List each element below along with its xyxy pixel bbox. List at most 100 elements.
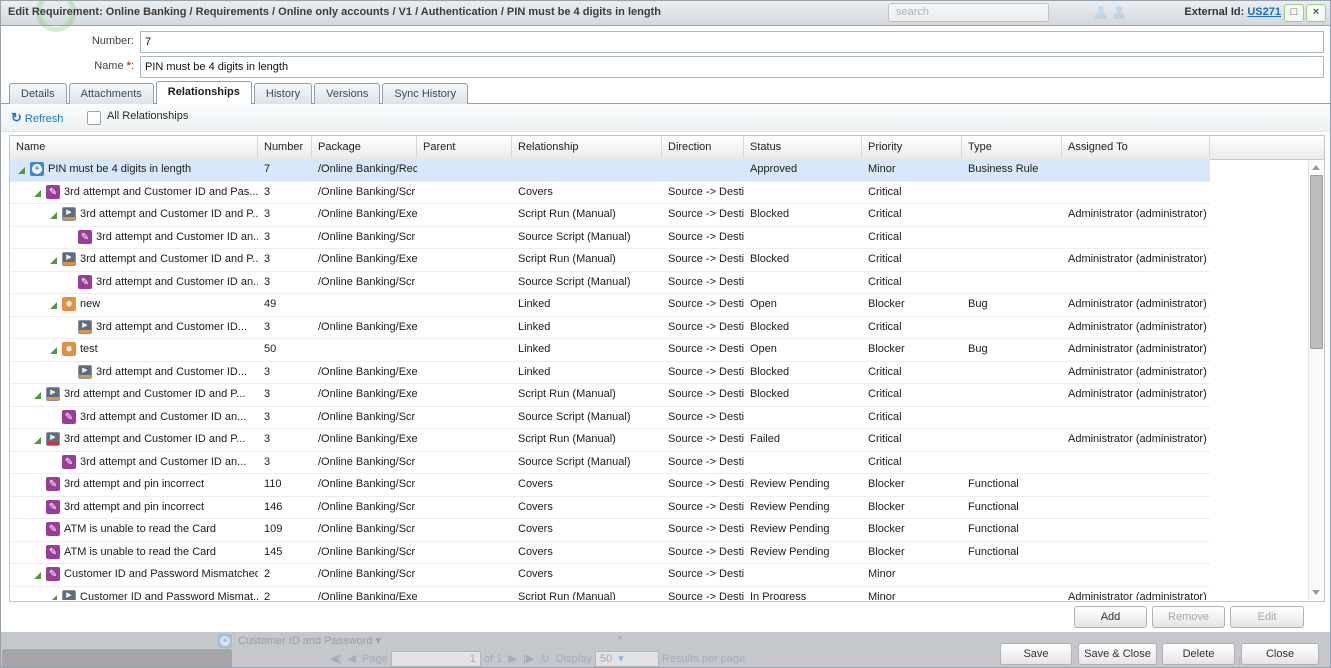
row-name-text: ATM is unable to read the Card <box>10 523 216 535</box>
scroll-up-arrow[interactable] <box>1312 165 1320 170</box>
table-row[interactable]: ▶3rd attempt and Customer ID...3/Online … <box>10 317 1210 340</box>
table-row[interactable]: ▶3rd attempt and Customer ID and P...3/O… <box>10 204 1210 227</box>
number-field[interactable] <box>140 31 1324 53</box>
table-row[interactable]: ✎ATM is unable to read the Card145/Onlin… <box>10 542 1210 565</box>
tree-expander-icon[interactable] <box>50 212 57 219</box>
tree-expander-icon[interactable] <box>50 347 57 354</box>
refresh-button[interactable]: ↻Refresh <box>11 110 63 126</box>
table-row[interactable]: ▶Customer ID and Password Mismat...2/Onl… <box>10 587 1210 601</box>
table-row[interactable]: ✎3rd attempt and Customer ID an...3/Onli… <box>10 407 1210 430</box>
tab-attachments[interactable]: Attachments <box>69 83 154 105</box>
tree-expander-icon[interactable] <box>34 572 41 579</box>
table-row[interactable]: ▶3rd attempt and Customer ID and P...3/O… <box>10 384 1210 407</box>
cell-type <box>962 429 1062 451</box>
table-row[interactable]: ✸test50LinkedSource -> DestinationOpenBl… <box>10 339 1210 362</box>
tab-history[interactable]: History <box>254 83 312 105</box>
tree-expander-icon[interactable] <box>50 595 57 601</box>
cell-type <box>962 317 1062 339</box>
tab-relationships[interactable]: Relationships <box>156 81 252 104</box>
table-row[interactable]: ✎3rd attempt and Customer ID an...3/Onli… <box>10 227 1210 250</box>
external-id: External Id: US271 <box>1184 0 1281 25</box>
cell-parent <box>417 564 512 586</box>
table-row[interactable]: ▶3rd attempt and Customer ID...3/Online … <box>10 362 1210 385</box>
tree-expander-icon[interactable] <box>34 392 41 399</box>
close-button[interactable]: Close <box>1241 643 1319 665</box>
cell-type <box>962 587 1062 601</box>
cell-package: /Online Banking/Scr <box>312 182 417 204</box>
column-header-relationship[interactable]: Relationship <box>512 136 662 158</box>
row-name-text: 3rd attempt and pin incorrect <box>10 478 204 490</box>
add-button[interactable]: Add <box>1074 606 1147 628</box>
table-row[interactable]: ✎ATM is unable to read the Card109/Onlin… <box>10 519 1210 542</box>
tab-versions[interactable]: Versions <box>314 83 380 105</box>
tab-details[interactable]: Details <box>9 83 67 105</box>
table-row[interactable]: ✎3rd attempt and pin incorrect146/Online… <box>10 497 1210 520</box>
row-name-text: 3rd attempt and Customer ID... <box>10 366 247 378</box>
name-field[interactable] <box>140 56 1324 78</box>
column-header-name[interactable]: Name <box>10 136 258 158</box>
cell-name: ✎3rd attempt and pin incorrect <box>10 497 258 519</box>
cell-parent <box>417 429 512 451</box>
tree-expander-icon[interactable] <box>34 190 41 197</box>
close-window-button[interactable]: × <box>1306 4 1326 22</box>
column-header-parent[interactable]: Parent <box>417 136 512 158</box>
tab-sync-history[interactable]: Sync History <box>382 83 468 105</box>
table-row[interactable]: ▶3rd attempt and Customer ID and P...3/O… <box>10 429 1210 452</box>
column-header-direction[interactable]: Direction <box>662 136 744 158</box>
table-row[interactable]: ✎Customer ID and Password Mismatched2/On… <box>10 564 1210 587</box>
background-tree-node: ✳ Customer ID and Password ▾ <box>218 634 381 649</box>
remove-button[interactable]: Remove <box>1152 606 1225 628</box>
cell-name: ✎Customer ID and Password Mismatched <box>10 564 258 586</box>
column-header-assigned-to[interactable]: Assigned To <box>1062 136 1210 158</box>
save-and-close-button[interactable]: Save & Close <box>1078 643 1157 665</box>
cell-type: Bug <box>962 294 1062 316</box>
cell-status <box>744 272 862 294</box>
cell-name: ✸new <box>10 294 258 316</box>
scroll-down-arrow[interactable] <box>1312 590 1320 595</box>
cell-number: 3 <box>258 227 312 249</box>
table-row[interactable]: ✳PIN must be 4 digits in length7/Online … <box>10 159 1210 182</box>
table-row[interactable]: ✸new49LinkedSource -> DestinationOpenBlo… <box>10 294 1210 317</box>
table-row[interactable]: ✎3rd attempt and Customer ID an...3/Onli… <box>10 452 1210 475</box>
tree-expander-icon[interactable] <box>50 257 57 264</box>
cell-type <box>962 564 1062 586</box>
scrollbar-thumb[interactable] <box>1310 175 1323 349</box>
external-id-link[interactable]: US271 <box>1247 6 1281 18</box>
column-header-type[interactable]: Type <box>962 136 1062 158</box>
requirement-icon: ✳ <box>30 162 44 176</box>
save-button[interactable]: Save <box>1000 643 1072 665</box>
tree-expander-icon[interactable] <box>18 167 25 174</box>
cell-direction: Source -> Destination <box>662 497 744 519</box>
column-header-priority[interactable]: Priority <box>862 136 962 158</box>
cell-relationship: Source Script (Manual) <box>512 407 662 429</box>
page-label: Page <box>362 653 388 665</box>
cell-parent <box>417 452 512 474</box>
column-header-number[interactable]: Number <box>258 136 312 158</box>
chevron-down-icon: ▾ <box>376 635 382 647</box>
column-header-package[interactable]: Package <box>312 136 417 158</box>
cell-priority: Blocker <box>862 519 962 541</box>
table-row[interactable]: ✎3rd attempt and Customer ID an...3/Onli… <box>10 272 1210 295</box>
table-row[interactable]: ✎3rd attempt and pin incorrect110/Online… <box>10 474 1210 497</box>
display-select: 50 ▾ <box>595 651 659 667</box>
cell-name: ✎3rd attempt and Customer ID an... <box>10 452 258 474</box>
all-relationships-checkbox[interactable] <box>87 111 101 125</box>
vertical-scrollbar[interactable] <box>1308 160 1323 600</box>
edit-button[interactable]: Edit <box>1230 606 1304 628</box>
table-row[interactable]: ▶3rd attempt and Customer ID and P...3/O… <box>10 249 1210 272</box>
cell-priority: Critical <box>862 407 962 429</box>
test-script-icon: ✎ <box>62 455 76 469</box>
cell-priority: Critical <box>862 272 962 294</box>
maximize-button[interactable]: □ <box>1284 4 1304 22</box>
cell-assigned-to <box>1062 519 1210 541</box>
cell-number: 3 <box>258 272 312 294</box>
refresh-icon: ↻ <box>11 110 22 125</box>
delete-button[interactable]: Delete <box>1162 643 1235 665</box>
cell-package: /Online Banking/Exe <box>312 317 417 339</box>
row-name-text: 3rd attempt and Customer ID and P... <box>10 208 258 220</box>
tree-expander-icon[interactable] <box>50 302 57 309</box>
table-row[interactable]: ✎3rd attempt and Customer ID and Pas...3… <box>10 182 1210 205</box>
column-header-status[interactable]: Status <box>744 136 862 158</box>
tree-expander-icon[interactable] <box>34 437 41 444</box>
cell-parent <box>417 362 512 384</box>
